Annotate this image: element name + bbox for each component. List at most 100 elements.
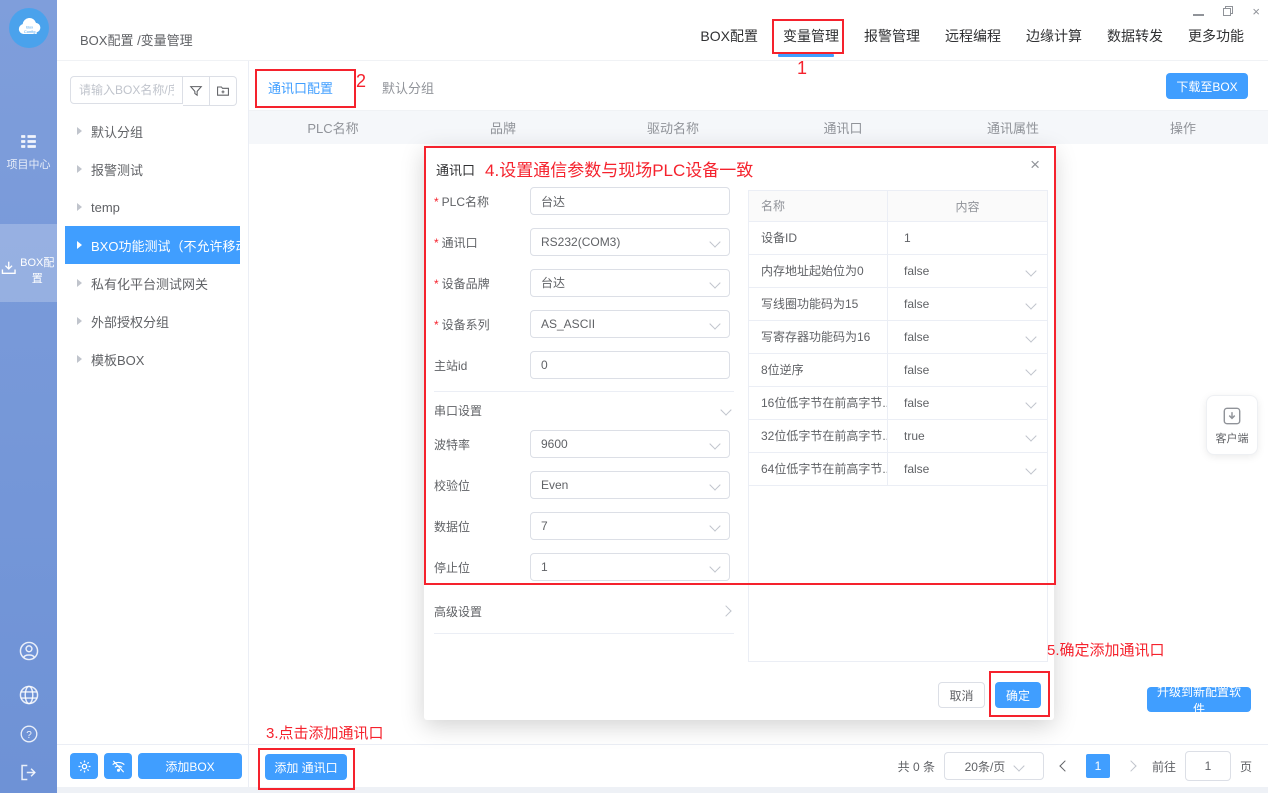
folder-plus-icon [216,84,230,98]
filter-button[interactable] [183,76,210,106]
chevron-down-icon [1025,397,1036,408]
form-row: 主站id [434,350,734,380]
chevron-down-icon [1025,298,1036,309]
window-controls: × [1193,4,1260,20]
download-to-box-button[interactable]: 下载至BOX [1166,73,1248,99]
next-page-button[interactable] [1119,754,1143,778]
nav-tab-data-forwarding[interactable]: 数据转发 [1107,26,1163,46]
nav-tab-alarm-mgmt[interactable]: 报警管理 [864,26,920,46]
prop-value-select[interactable]: false [888,363,1047,377]
tab-comm-port-config[interactable]: 通讯口配置 [268,78,333,97]
chevron-down-icon [1025,463,1036,474]
settings-button[interactable] [70,753,98,779]
device-brand-select[interactable]: 台达 [530,269,730,297]
parity-select[interactable]: Even [530,471,730,499]
device-series-select[interactable]: AS_ASCII [530,310,730,338]
sidebar-logout-button[interactable] [0,762,57,788]
col-driver-name: 驱动名称 [588,118,758,137]
prop-row: 设备ID 1 [749,222,1047,255]
chevron-down-icon [1025,331,1036,342]
prop-value-select[interactable]: false [888,264,1047,278]
add-comm-port-button[interactable]: 添加 通讯口 [265,754,347,780]
client-download-float[interactable]: 客户端 [1206,395,1258,455]
baud-rate-select[interactable]: 9600 [530,430,730,458]
chevron-down-icon [1025,364,1036,375]
prop-value-select[interactable]: false [888,462,1047,476]
main-footer: 添加 通讯口 共 0 条 20条/页 1 前往 页 [248,744,1268,787]
dialog-form: *PLC名称 *通讯口 RS232(COM3) *设备品牌 台达 *设备系列 A… [434,186,734,640]
annotation-number-2: 2 [356,71,366,92]
sidebar-item-box-config[interactable]: BOX配置 [0,224,57,302]
chevron-left-icon [1059,760,1070,771]
chevron-down-icon [709,318,720,329]
nav-tab-variable-mgmt[interactable]: 变量管理 [783,26,839,46]
box-search-input[interactable] [70,76,183,104]
field-label: *通讯口 [434,234,530,251]
field-label: *设备系列 [434,316,530,333]
nav-tab-more-functions[interactable]: 更多功能 [1188,26,1244,46]
restore-button[interactable] [1222,5,1234,20]
network-status-button[interactable] [104,753,132,779]
annotation-step-3: 3.点击添加通讯口 [266,722,384,743]
prev-page-button[interactable] [1053,754,1077,778]
col-plc-name: PLC名称 [248,118,418,137]
plc-name-input[interactable] [530,187,730,215]
app-sidebar: Box Config 项目中心 BOX配置 [0,0,57,793]
serial-settings-toggle[interactable]: 串口设置 [434,398,734,422]
annotation-number-1: 1 [797,58,807,79]
goto-label: 前往 [1152,758,1176,775]
field-label: 主站id [434,357,530,374]
nav-tab-box-config[interactable]: BOX配置 [700,26,758,46]
field-label: 校验位 [434,477,530,494]
dialog-title: 通讯口 [436,156,475,179]
nav-tab-edge-computing[interactable]: 边缘计算 [1026,26,1082,46]
group-item[interactable]: 外部授权分组 [65,302,240,340]
form-row: 波特率 9600 [434,429,734,459]
group-item[interactable]: 报警测试 [65,150,240,188]
current-page-button[interactable]: 1 [1086,754,1110,778]
form-row: *通讯口 RS232(COM3) [434,227,734,257]
add-group-button[interactable] [210,76,237,106]
chevron-right-icon [1125,760,1136,771]
prop-value-select[interactable]: true [888,429,1047,443]
prop-value-select[interactable]: false [888,330,1047,344]
confirm-button[interactable]: 确定 [995,682,1041,708]
content-tab-bar: 通讯口配置 默认分组 下载至BOX [248,60,1268,111]
group-item[interactable]: temp [65,188,240,226]
advanced-settings-toggle[interactable]: 高级设置 [434,599,734,623]
goto-page-input[interactable] [1185,751,1231,781]
add-box-button[interactable]: 添加BOX [138,753,242,779]
group-item[interactable]: 私有化平台测试网关 [65,264,240,302]
stop-bits-select[interactable]: 1 [530,553,730,581]
filter-funnel-icon [189,84,203,98]
close-button[interactable]: × [1252,5,1260,19]
tab-default-group[interactable]: 默认分组 [382,78,434,97]
sidebar-user-button[interactable] [0,640,57,667]
minimize-button[interactable] [1193,5,1204,19]
group-item[interactable]: 默认分组 [65,112,240,150]
globe-icon [18,684,40,706]
cancel-button[interactable]: 取消 [938,682,985,708]
prop-value-select[interactable]: false [888,297,1047,311]
data-bits-select[interactable]: 7 [530,512,730,540]
expand-arrow-icon [77,279,82,287]
upgrade-config-button[interactable]: 升级到新配置软件 [1147,687,1251,712]
sidebar-item-project-center[interactable]: 项目中心 [0,128,57,184]
nav-tab-remote-programming[interactable]: 远程编程 [945,26,1001,46]
prop-row: 写寄存器功能码为16 false [749,321,1047,354]
field-label: 波特率 [434,436,530,453]
dialog-close-icon[interactable]: × [1030,156,1040,173]
comm-port-dialog: 通讯口 4.设置通信参数与现场PLC设备一致 × *PLC名称 *通讯口 RS2… [424,146,1054,720]
master-id-input[interactable] [530,351,730,379]
sidebar-language-button[interactable] [0,684,57,711]
expand-arrow-icon [77,241,82,249]
box-search-row [70,76,237,106]
group-item-selected[interactable]: BXO功能测试（不允许移动） [65,226,240,264]
form-row: *PLC名称 [434,186,734,216]
chevron-down-icon [709,277,720,288]
group-item[interactable]: 模板BOX [65,340,240,378]
page-size-select[interactable]: 20条/页 [944,752,1044,780]
prop-value-select[interactable]: false [888,396,1047,410]
comm-port-select[interactable]: RS232(COM3) [530,228,730,256]
sidebar-help-button[interactable]: ? [0,724,57,749]
